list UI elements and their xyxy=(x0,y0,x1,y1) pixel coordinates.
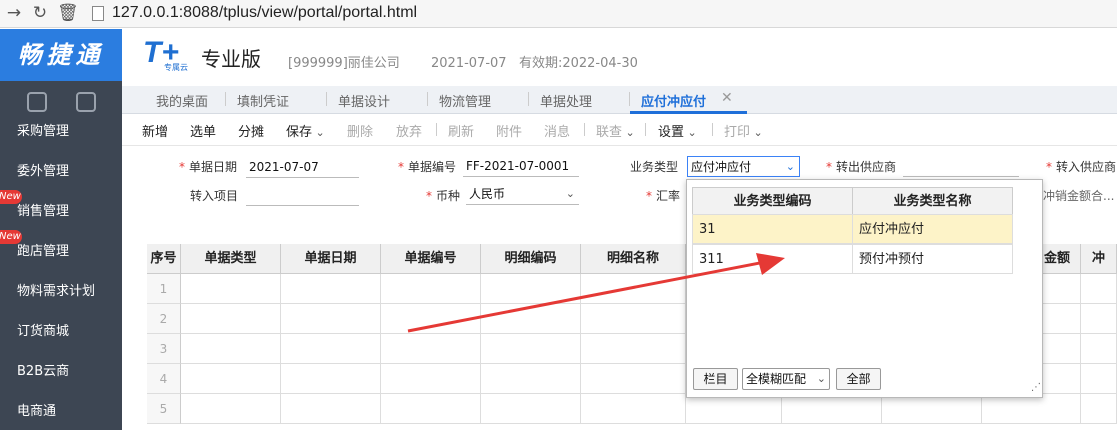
arrow-head xyxy=(756,253,785,275)
arrow-shaft xyxy=(407,260,766,333)
annotation-arrow xyxy=(407,253,785,333)
